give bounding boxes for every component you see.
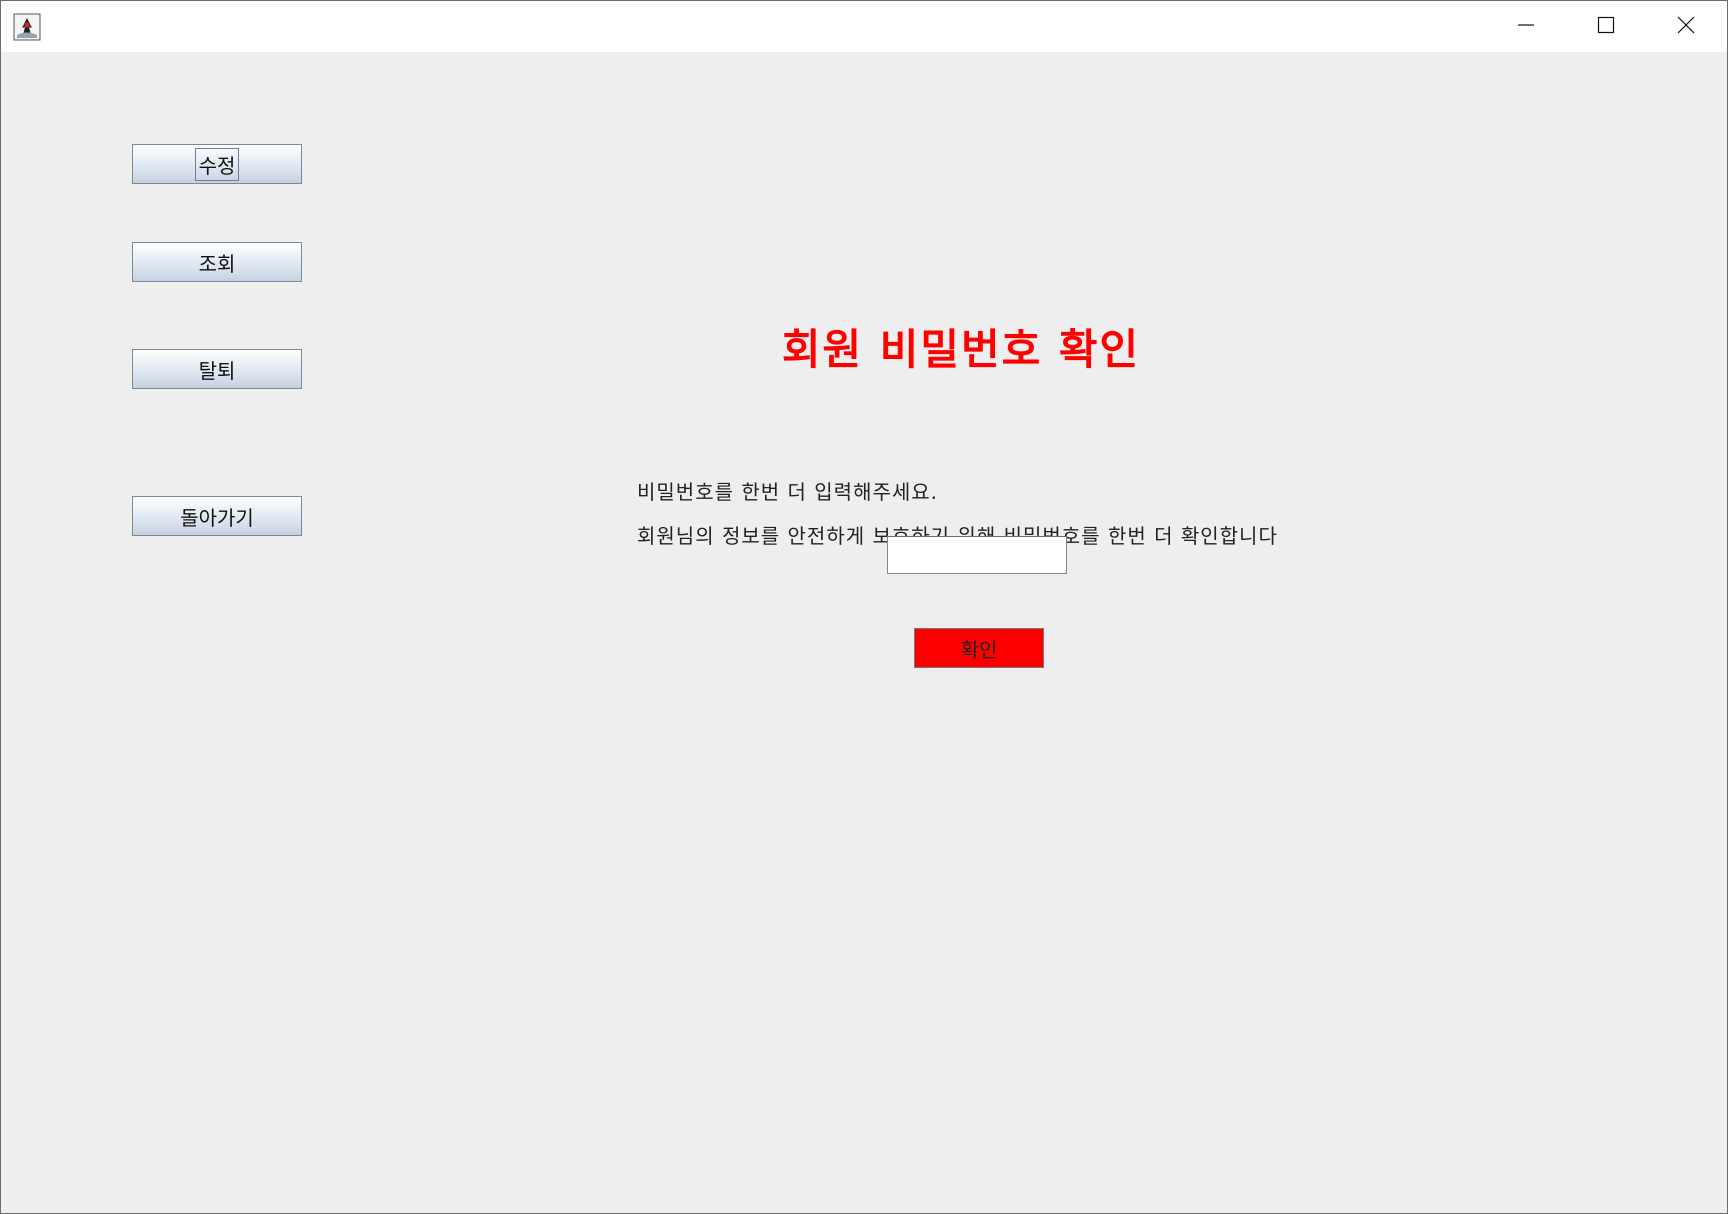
password-field[interactable] (887, 536, 1067, 574)
withdraw-button-label: 탈퇴 (198, 358, 236, 383)
confirm-button-label: 확인 (960, 637, 998, 662)
back-button[interactable]: 돌아가기 (132, 496, 302, 536)
maximize-button[interactable] (1566, 1, 1646, 52)
instruction-text: 비밀번호를 한번 더 입력해주세요. (637, 480, 939, 504)
java-duke-icon (13, 13, 41, 41)
edit-button-label: 수정 (194, 147, 240, 181)
content-panel: 수정 조회 탈퇴 돌아가기 회원 비밀번호 확인 비밀번호를 한번 더 입력해주… (1, 52, 1727, 1213)
view-button-label: 조회 (198, 251, 236, 276)
title-bar[interactable] (1, 1, 1727, 52)
app-window: 수정 조회 탈퇴 돌아가기 회원 비밀번호 확인 비밀번호를 한번 더 입력해주… (0, 0, 1728, 1214)
page-title: 회원 비밀번호 확인 (781, 325, 1141, 374)
maximize-icon (1597, 16, 1615, 38)
close-icon (1677, 16, 1695, 38)
close-button[interactable] (1646, 1, 1726, 52)
back-button-label: 돌아가기 (180, 505, 254, 530)
edit-button[interactable]: 수정 (132, 144, 302, 184)
confirm-button[interactable]: 확인 (914, 628, 1044, 668)
withdraw-button[interactable]: 탈퇴 (132, 349, 302, 389)
minimize-button[interactable] (1486, 1, 1566, 52)
minimize-icon (1517, 16, 1535, 38)
view-button[interactable]: 조회 (132, 242, 302, 282)
